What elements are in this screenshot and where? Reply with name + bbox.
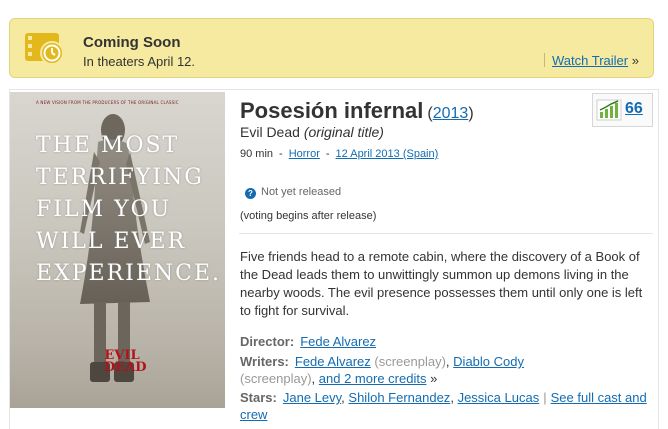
poster-line-2: TERRIFYING xyxy=(36,165,204,190)
banner-subtitle: In theaters April 12. xyxy=(83,54,196,69)
star-link[interactable]: Jessica Lucas xyxy=(458,390,540,405)
genre-link[interactable]: Horror xyxy=(289,148,320,160)
title-row: Posesión infernal (2013) xyxy=(240,98,474,124)
poster-logo-bottom: DEAD xyxy=(104,360,147,375)
plot-summary: Five friends head to a remote cabin, whe… xyxy=(240,249,643,318)
coming-soon-banner: Coming Soon In theaters April 12. Watch … xyxy=(9,18,654,78)
trailer-raquo: » xyxy=(631,53,639,68)
comma: , xyxy=(445,354,450,369)
movie-poster[interactable]: A NEW VISION FROM THE PRODUCERS OF THE O… xyxy=(10,92,225,408)
banner-title: Coming Soon xyxy=(83,34,181,51)
director-credit: Director: Fede Alvarez xyxy=(240,333,652,350)
stars-credit: Stars: Jane Levy, Shiloh Fernandez, Jessi… xyxy=(240,389,652,423)
poster-headline: THE MOST TERRIFYING FILM YOU WILL EVER E… xyxy=(36,130,225,290)
section-divider xyxy=(239,233,653,234)
writers-credit: Writers: Fede Alvarez (screenplay), Diabl… xyxy=(240,353,652,387)
original-title-text: Evil Dead xyxy=(240,124,300,140)
movie-year-link[interactable]: 2013 xyxy=(433,105,469,122)
comma: , xyxy=(450,390,454,405)
director-link[interactable]: Fede Alvarez xyxy=(300,334,376,349)
bar-chart-icon xyxy=(596,99,622,121)
movie-title: Posesión infernal xyxy=(240,98,424,123)
writer-role: (screenplay) xyxy=(374,354,446,369)
pipe-separator: | xyxy=(543,390,547,405)
release-date-link[interactable]: 12 April 2013 (Spain) xyxy=(336,148,439,160)
meta-separator: - xyxy=(325,148,330,160)
stars-label: Stars: xyxy=(240,390,277,405)
info-icon[interactable]: ? xyxy=(245,188,256,199)
year-close-paren: ) xyxy=(468,105,474,122)
writer-role: (screenplay) xyxy=(240,371,312,386)
more-credits-link[interactable]: and 2 more credits xyxy=(319,371,427,386)
more-raquo: » xyxy=(430,371,438,386)
metascore-value[interactable]: 66 xyxy=(625,100,643,118)
runtime: 90 min xyxy=(240,148,274,160)
release-status: ? Not yet released xyxy=(245,186,341,199)
poster-line-4: WILL EVER xyxy=(36,229,187,254)
comma: , xyxy=(341,390,345,405)
release-status-text: Not yet released xyxy=(261,186,342,198)
film-clock-icon xyxy=(25,33,64,65)
original-title-note: (original title) xyxy=(303,124,384,140)
star-link[interactable]: Shiloh Fernandez xyxy=(348,390,450,405)
star-link[interactable]: Jane Levy xyxy=(283,390,341,405)
voting-note: (voting begins after release) xyxy=(240,210,377,222)
watch-trailer-link[interactable]: Watch Trailer » xyxy=(552,53,639,68)
title-meta: 90 min - Horror -12 April 2013 (Spain) xyxy=(240,148,438,160)
metascore-box[interactable]: 66 xyxy=(592,93,653,127)
director-label: Director: xyxy=(240,334,295,349)
poster-logo: EVIL DEAD xyxy=(104,349,147,375)
watch-trailer-label[interactable]: Watch Trailer xyxy=(552,53,628,68)
original-title: Evil Dead (original title) xyxy=(240,124,384,140)
meta-separator: - xyxy=(279,148,283,160)
banner-divider xyxy=(544,53,545,67)
comma: , xyxy=(311,371,316,386)
movie-year-wrap: (2013) xyxy=(427,105,473,122)
poster-tagline: A NEW VISION FROM THE PRODUCERS OF THE O… xyxy=(36,100,179,105)
poster-line-1: THE MOST xyxy=(36,133,180,158)
writers-label: Writers: xyxy=(240,354,289,369)
writer-link[interactable]: Diablo Cody xyxy=(453,354,524,369)
poster-line-3: FILM YOU xyxy=(36,197,172,222)
writer-link[interactable]: Fede Alvarez xyxy=(295,354,371,369)
poster-line-5: EXPERIENCE. xyxy=(36,261,222,286)
